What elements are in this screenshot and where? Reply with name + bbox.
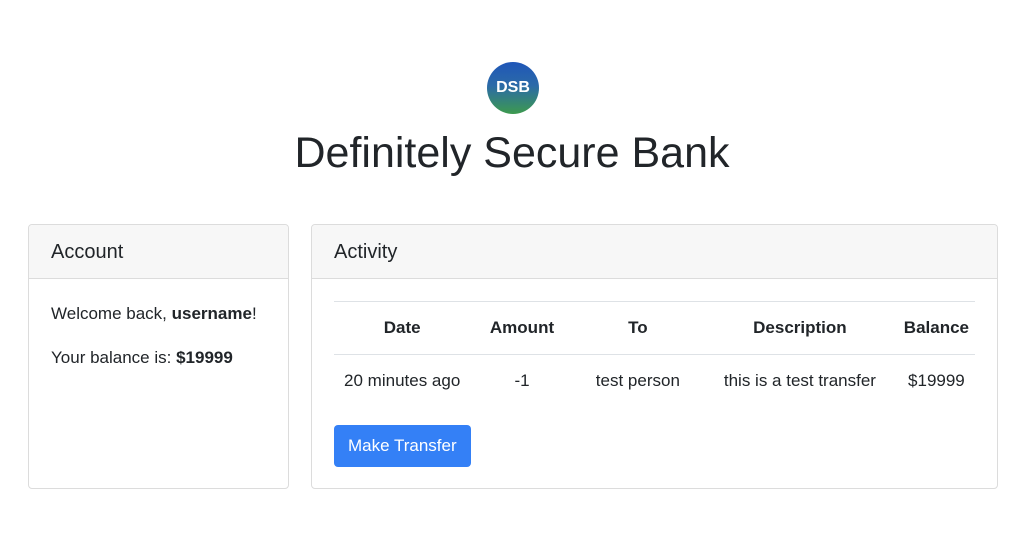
account-card-header: Account — [29, 225, 288, 279]
logo-text: DSB — [496, 79, 530, 96]
column-header-balance: Balance — [897, 301, 975, 355]
bank-logo: DSB — [487, 62, 539, 114]
cell-balance: $19999 — [908, 371, 965, 390]
column-header-to: To — [573, 301, 703, 355]
table-row: 20 minutes ago -1 test person this is a … — [334, 355, 975, 408]
cell-amount: -1 — [514, 371, 530, 390]
column-header-amount: Amount — [470, 301, 574, 355]
welcome-message: Welcome back, username! — [51, 303, 266, 325]
table-header-row: Date Amount To Description Balance — [334, 301, 975, 355]
column-header-description: Description — [702, 301, 898, 355]
account-card-body: Welcome back, username! Your balance is:… — [29, 279, 288, 415]
username-text: username — [171, 304, 252, 323]
activity-card: Activity Date Amount To Description Bala… — [311, 224, 998, 489]
cell-date: 20 minutes ago — [344, 371, 461, 390]
balance-label: Your balance is: — [51, 348, 177, 367]
activity-table: Date Amount To Description Balance 20 mi… — [334, 301, 975, 407]
make-transfer-button[interactable]: Make Transfer — [334, 425, 471, 467]
account-card: Account Welcome back, username! Your bal… — [28, 224, 289, 489]
welcome-prefix: Welcome back, — [51, 304, 172, 323]
activity-card-body: Date Amount To Description Balance 20 mi… — [312, 279, 997, 467]
balance-value: $19999 — [176, 348, 233, 367]
page-title: Definitely Secure Bank — [294, 129, 730, 177]
welcome-suffix: ! — [251, 304, 257, 323]
cell-to: test person — [595, 371, 680, 390]
balance-line: Your balance is: $19999 — [51, 347, 266, 369]
column-header-date: Date — [334, 301, 471, 355]
cell-description: this is a test transfer — [723, 371, 876, 390]
activity-card-header: Activity — [312, 225, 997, 279]
